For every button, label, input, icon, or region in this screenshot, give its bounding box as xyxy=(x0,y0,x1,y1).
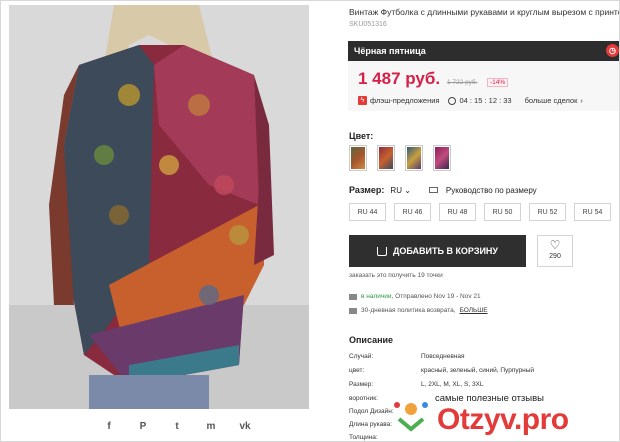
bag-icon xyxy=(376,246,387,256)
return-icon xyxy=(349,307,357,314)
size-label: Размер: xyxy=(349,185,385,195)
size-guide-link[interactable]: Руководство по размеру xyxy=(446,186,537,195)
return-more-link[interactable]: БОЛЬШЕ xyxy=(460,307,488,314)
spec-row: цвет: красный, зеленый, синий, Пурпурный xyxy=(349,367,534,374)
product-photo[interactable] xyxy=(9,5,309,409)
add-to-cart-button[interactable]: ДОБАВИТЬ В КОРЗИНУ xyxy=(349,235,526,267)
flash-sale-row: ϟ флэш-предложения 04 : 15 : 12 : 33 бол… xyxy=(358,96,583,105)
size-option-48[interactable]: RU 48 xyxy=(439,203,476,221)
shipping-dates: , Отправлено Nov 19 - Nov 21 xyxy=(391,293,481,300)
spec-key: Случай: xyxy=(349,353,374,360)
more-deals-link[interactable]: больше сделок xyxy=(525,96,578,105)
size-options: RU 44 RU 46 RU 48 RU 50 RU 52 RU 54 xyxy=(349,203,611,221)
color-label: Цвет: xyxy=(349,131,374,141)
size-region-value: RU xyxy=(390,185,402,195)
watermark-brand: Otzyv.pro xyxy=(437,403,569,436)
old-price: 1 722 руб. xyxy=(447,79,478,86)
lightning-icon: ϟ xyxy=(358,96,367,105)
product-image xyxy=(9,5,309,409)
wishlist-button[interactable]: ♡ 290 xyxy=(537,235,573,267)
color-swatch[interactable] xyxy=(405,145,423,171)
spec-key: цвет: xyxy=(349,367,365,374)
spec-row: Размер: L, 2XL, M, XL, S, 3XL xyxy=(349,381,484,388)
color-swatch[interactable] xyxy=(349,145,367,171)
product-title: Винтаж Футболка с длинными рукавами и кр… xyxy=(349,7,620,17)
size-option-54[interactable]: RU 54 xyxy=(574,203,611,221)
chevron-down-icon: ⌄ xyxy=(404,185,411,195)
promo-banner: Чёрная пятница ◷ xyxy=(348,41,619,61)
spec-key: Толщина: xyxy=(349,434,378,441)
shipping-info: в наличии, Отправлено Nov 19 - Nov 21 xyxy=(349,293,481,300)
swatch-fill xyxy=(379,147,393,169)
spec-key: Размер: xyxy=(349,381,374,388)
color-swatches xyxy=(349,145,451,171)
watermark-logo-icon xyxy=(394,402,428,432)
description-title: Описание xyxy=(349,335,394,345)
stock-status: в наличии xyxy=(361,293,392,300)
spec-value: Повседневная xyxy=(421,353,465,360)
size-option-50[interactable]: RU 50 xyxy=(484,203,521,221)
reward-points: заказать это получить 19 точки xyxy=(349,272,443,279)
size-option-46[interactable]: RU 46 xyxy=(394,203,431,221)
heart-icon: ♡ xyxy=(549,238,561,252)
vk-icon[interactable]: vk xyxy=(237,419,253,435)
clock-icon: ◷ xyxy=(606,44,619,57)
spec-value: L, 2XL, M, XL, S, 3XL xyxy=(421,381,484,388)
share-bar: f P t m vk xyxy=(101,419,253,435)
product-sku: SKU051316 xyxy=(349,21,387,28)
add-to-cart-label: ДОБАВИТЬ В КОРЗИНУ xyxy=(392,246,499,256)
truck-icon xyxy=(349,293,357,300)
twitter-icon[interactable]: t xyxy=(169,419,185,435)
ruler-icon xyxy=(428,187,438,193)
more-deals-arrow-icon[interactable]: › xyxy=(580,96,583,105)
spec-value: красный, зеленый, синий, Пурпурный xyxy=(421,367,535,374)
discount-badge: -14% xyxy=(487,78,509,87)
size-header: Размер: RU ⌄ Руководство по размеру xyxy=(349,185,537,195)
return-text: 30-дневная политика возврата, xyxy=(361,307,456,314)
pinterest-icon[interactable]: P xyxy=(135,419,151,435)
messenger-icon[interactable]: m xyxy=(203,419,219,435)
flash-sale-label: флэш-предложения xyxy=(370,96,440,105)
swatch-fill xyxy=(407,147,421,169)
size-option-52[interactable]: RU 52 xyxy=(529,203,566,221)
product-page: f P t m vk Винтаж Футболка с длинными ру… xyxy=(0,0,620,442)
return-policy: 30-дневная политика возврата, БОЛЬШЕ xyxy=(349,307,488,314)
wishlist-count: 290 xyxy=(549,253,561,260)
swatch-fill xyxy=(351,147,365,169)
color-swatch[interactable] xyxy=(377,145,395,171)
countdown-timer: 04 : 15 : 12 : 33 xyxy=(459,96,512,105)
spec-row: Случай: Повседневная xyxy=(349,353,465,360)
size-option-44[interactable]: RU 44 xyxy=(349,203,386,221)
facebook-icon[interactable]: f xyxy=(101,419,117,435)
spec-row: Толщина: xyxy=(349,434,421,441)
current-price: 1 487 руб. xyxy=(358,69,441,88)
timer-icon xyxy=(448,96,457,105)
size-region-select[interactable]: RU ⌄ xyxy=(390,186,411,195)
promo-banner-label: Чёрная пятница xyxy=(354,46,426,56)
swatch-fill xyxy=(435,147,449,169)
color-swatch[interactable] xyxy=(433,145,451,171)
